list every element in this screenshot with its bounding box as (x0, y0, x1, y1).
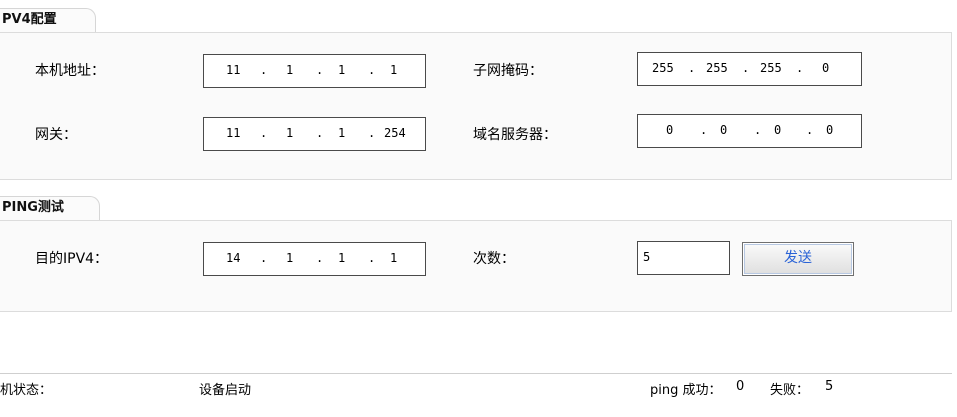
status-separator (0, 373, 952, 374)
local-address-octet-4[interactable]: 1 (390, 61, 397, 79)
octet-separator: . (742, 61, 750, 75)
gateway-octet-3[interactable]: 1 (338, 124, 345, 142)
ipv4-config-tab-label: PV4配置 (2, 12, 57, 27)
subnet-mask-input[interactable]: 255 . 255 . 255 . 0 (637, 52, 862, 86)
octet-separator: . (260, 63, 268, 77)
ping-fail-count: 5 (825, 379, 834, 394)
dns-server-octet-4[interactable]: 0 (826, 121, 833, 139)
target-ipv4-octet-2[interactable]: 1 (286, 249, 293, 267)
device-status-value: 设备启动 (199, 383, 252, 398)
local-address-octet-1[interactable]: 11 (226, 61, 240, 79)
octet-separator: . (368, 63, 376, 77)
dns-server-octet-3[interactable]: 0 (774, 121, 781, 139)
gateway-input[interactable]: 11 . 1 . 1 . 254 (203, 117, 426, 151)
gateway-label: 网关： (35, 127, 77, 143)
gateway-octet-1[interactable]: 11 (226, 124, 240, 142)
octet-separator: . (754, 123, 762, 137)
subnet-mask-octet-2[interactable]: 255 (706, 59, 728, 77)
gateway-octet-4[interactable]: 254 (384, 124, 406, 142)
dns-server-octet-2[interactable]: 0 (720, 121, 727, 139)
dns-server-input[interactable]: 0 . 0 . 0 . 0 (637, 114, 862, 148)
ping-test-tab-label: PING测试 (2, 200, 64, 215)
gateway-octet-2[interactable]: 1 (286, 124, 293, 142)
octet-separator: . (796, 61, 804, 75)
ping-count-label: 次数： (473, 251, 515, 267)
dns-server-octet-1[interactable]: 0 (666, 121, 673, 139)
ping-count-input[interactable]: 5 (637, 241, 730, 275)
octet-separator: . (316, 63, 324, 77)
octet-separator: . (700, 123, 708, 137)
octet-separator: . (368, 251, 376, 265)
octet-separator: . (316, 126, 324, 140)
subnet-mask-octet-3[interactable]: 255 (760, 59, 782, 77)
ping-fail-label: 失败： (770, 383, 810, 398)
local-address-label: 本机地址： (35, 63, 105, 79)
target-ipv4-octet-4[interactable]: 1 (390, 249, 397, 267)
local-address-input[interactable]: 11 . 1 . 1 . 1 (203, 54, 426, 88)
octet-separator: . (688, 61, 696, 75)
device-status-label: 机状态： (0, 383, 53, 398)
target-ipv4-input[interactable]: 14 . 1 . 1 . 1 (203, 242, 426, 276)
ipv4-config-tab[interactable]: PV4配置 (0, 8, 96, 32)
send-button[interactable]: 发送 (742, 242, 854, 276)
octet-separator: . (368, 126, 376, 140)
octet-separator: . (260, 126, 268, 140)
target-ipv4-octet-1[interactable]: 14 (226, 249, 240, 267)
octet-separator: . (260, 251, 268, 265)
octet-separator: . (806, 123, 814, 137)
local-address-octet-3[interactable]: 1 (338, 61, 345, 79)
target-ipv4-label: 目的IPV4： (35, 251, 109, 267)
octet-separator: . (316, 251, 324, 265)
dns-server-label: 域名服务器： (473, 127, 557, 143)
subnet-mask-octet-4[interactable]: 0 (822, 59, 829, 77)
local-address-octet-2[interactable]: 1 (286, 61, 293, 79)
ping-success-count: 0 (736, 379, 745, 394)
subnet-mask-octet-1[interactable]: 255 (652, 59, 674, 77)
ping-success-label: ping 成功： (650, 383, 722, 398)
ping-test-tab[interactable]: PING测试 (0, 196, 100, 220)
subnet-mask-label: 子网掩码： (473, 63, 543, 79)
target-ipv4-octet-3[interactable]: 1 (338, 249, 345, 267)
